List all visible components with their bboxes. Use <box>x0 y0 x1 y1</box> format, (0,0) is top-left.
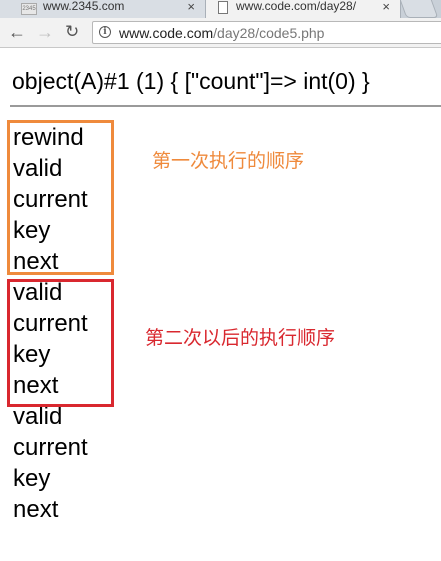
url-host: www.code.com <box>119 25 214 41</box>
tab-title: www.code.com/day28/ <box>236 0 357 13</box>
site-favicon-icon: 2345 <box>21 3 37 15</box>
subsequent-run-annotation: 第二次以后的执行顺序 <box>145 327 336 349</box>
first-run-highlight-box <box>7 120 114 275</box>
tab-title: www.2345.com <box>43 0 125 13</box>
tab-strip: 2345 www.2345.com × www.code.com/day28/ … <box>0 0 441 18</box>
horizontal-rule <box>10 105 441 107</box>
tab-code5[interactable]: www.code.com/day28/ × <box>205 0 401 18</box>
info-icon[interactable]: i <box>99 26 111 38</box>
var-dump-output: object(A)#1 (1) { ["count"]=> int(0) } <box>12 68 370 94</box>
url-path: /day28/code5.php <box>213 25 325 41</box>
reload-icon[interactable]: ↻ <box>65 22 79 42</box>
document-icon <box>218 1 228 14</box>
forward-arrow-icon[interactable]: → <box>36 22 54 42</box>
new-tab-icon[interactable] <box>397 0 439 18</box>
tab-2345[interactable]: 2345 www.2345.com × <box>0 0 206 18</box>
address-bar[interactable]: i www.code.com/day28/code5.php <box>92 21 441 44</box>
first-run-annotation: 第一次执行的顺序 <box>152 150 305 172</box>
output-line: current <box>13 434 88 461</box>
back-arrow-icon[interactable]: ← <box>8 22 26 42</box>
url-text[interactable]: www.code.com/day28/code5.php <box>119 24 324 42</box>
subsequent-run-highlight-box <box>7 279 114 407</box>
close-icon[interactable]: × <box>382 0 390 18</box>
browser-toolbar: ← → ↻ i www.code.com/day28/code5.php <box>0 18 441 48</box>
close-icon[interactable]: × <box>187 0 195 18</box>
output-line: key <box>13 465 51 492</box>
output-line: next <box>13 496 59 523</box>
